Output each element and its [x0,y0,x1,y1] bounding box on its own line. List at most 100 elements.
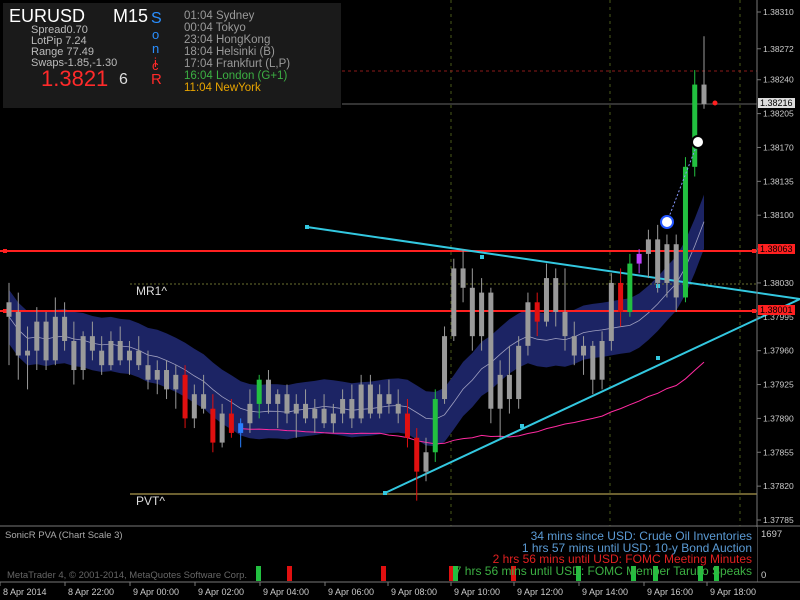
sonic-letter: n [152,41,160,56]
support-price-tag: 1.38001 [758,305,795,315]
sr-handle[interactable] [752,308,756,313]
session-name: Helsinki (B) [215,46,275,58]
candle-body [701,84,707,104]
candle-body [618,282,624,312]
subwindow-label: SonicR PVA (Chart Scale 3) [5,530,123,541]
price-tick-label: 1.37925 [763,380,794,390]
candle-body [479,292,485,337]
time-tick-label: 9 Apr 08:00 [391,587,437,597]
candle-body [89,336,95,351]
candle-body [469,287,475,337]
candle-body [6,302,12,317]
price-tick-label: 1.38030 [763,278,794,288]
candle-body [136,350,142,366]
session-clock: 01:04 Sydney [184,10,290,22]
time-tick-label: 8 Apr 22:00 [68,587,114,597]
candle-body [516,345,522,400]
resistance-price-tag: 1.38063 [758,244,795,254]
candle-body [636,253,642,264]
candle-body [34,321,40,351]
candle-body [15,311,21,356]
volume-bar [381,566,386,581]
copyright-text: MetaTrader 4, © 2001-2014, MetaQuotes So… [7,570,248,581]
candle-body [645,239,651,254]
pvt-label: PVT^ [136,494,165,508]
candle-body [682,166,688,298]
candle-body [265,379,271,404]
time-tick-label: 9 Apr 12:00 [517,587,563,597]
price-tick-label: 1.38310 [763,7,794,17]
candle-body [655,239,661,283]
sr-handle[interactable] [752,249,756,254]
session-clock: 00:04 Tokyo [184,22,290,34]
candle-body [414,437,420,472]
candle-body [52,316,58,361]
candle-body [562,311,568,337]
trendline-handle[interactable] [520,424,524,428]
subwindow-scale-bottom: 0 [761,570,767,581]
price-tick-label: 1.37960 [763,346,794,356]
candle-body [386,394,392,404]
session-clock: 18:04 Helsinki (B) [184,46,290,58]
candle-body [553,278,559,312]
price-fraction-digit: 6 [119,71,128,88]
candle-body [321,408,327,424]
candle-body [275,394,281,404]
mr1-label: MR1^ [136,284,167,298]
session-clock: 16:04 London (G+1) [184,70,290,82]
candle-body [367,384,373,414]
candle-body [627,263,633,312]
candle-body [80,336,86,371]
candle-body [358,384,364,419]
candle-body [303,403,309,419]
candle-body [571,336,577,356]
candle-body [293,403,299,414]
candle-body [608,282,614,341]
candle-body [377,394,383,414]
time-tick-label: 9 Apr 06:00 [328,587,374,597]
time-tick-label: 9 Apr 02:00 [198,587,244,597]
candle-body [423,452,429,472]
candle-body [506,374,512,400]
price-tick-label: 1.37890 [763,413,794,423]
session-time: 01:04 [184,10,216,22]
signal-marker-icon [660,215,674,229]
candle-body [581,345,587,356]
price-tick-label: 1.37855 [763,447,794,457]
session-clocks: 01:04 Sydney 00:04 Tokyo 23:04 HongKong 18:… [184,10,290,94]
session-name: London (G+1) [215,70,288,82]
sonic-letter: S [151,10,162,27]
candle-body [99,350,105,366]
candle-body [164,370,170,390]
candle-body [154,370,160,380]
candle-body [432,399,438,453]
volume-bar [256,566,261,581]
candle-body [312,408,318,419]
sr-handle[interactable] [3,249,7,254]
session-name: NewYork [215,82,261,94]
trendline-handle[interactable] [656,356,660,360]
timeframe: M15 [113,6,149,26]
candle-body [25,350,31,356]
session-name: Sydney [215,10,255,22]
candle-body [395,403,401,414]
subwindow-scale-top: 1697 [761,529,783,540]
candle-body [664,244,670,283]
candle-body [256,379,262,404]
candle-body [126,350,132,361]
sr-handle[interactable] [3,308,7,313]
trendline-handle[interactable] [305,225,309,229]
session-name: Frankfurt (L,P) [215,58,291,70]
sonic-letter: o [152,27,160,42]
price-tick-label: 1.38205 [763,109,794,119]
price-tick-label: 1.38240 [763,75,794,85]
bid-price: 1.3821 [41,66,109,91]
time-tick-label: 9 Apr 10:00 [454,587,500,597]
trendline-handle[interactable] [480,255,484,259]
candle-body [590,345,596,380]
time-tick-label: 9 Apr 04:00 [263,587,309,597]
session-time: 23:04 [184,34,216,46]
candle-body [497,374,503,409]
candle-body [349,399,355,419]
trendline-handle[interactable] [383,491,387,495]
